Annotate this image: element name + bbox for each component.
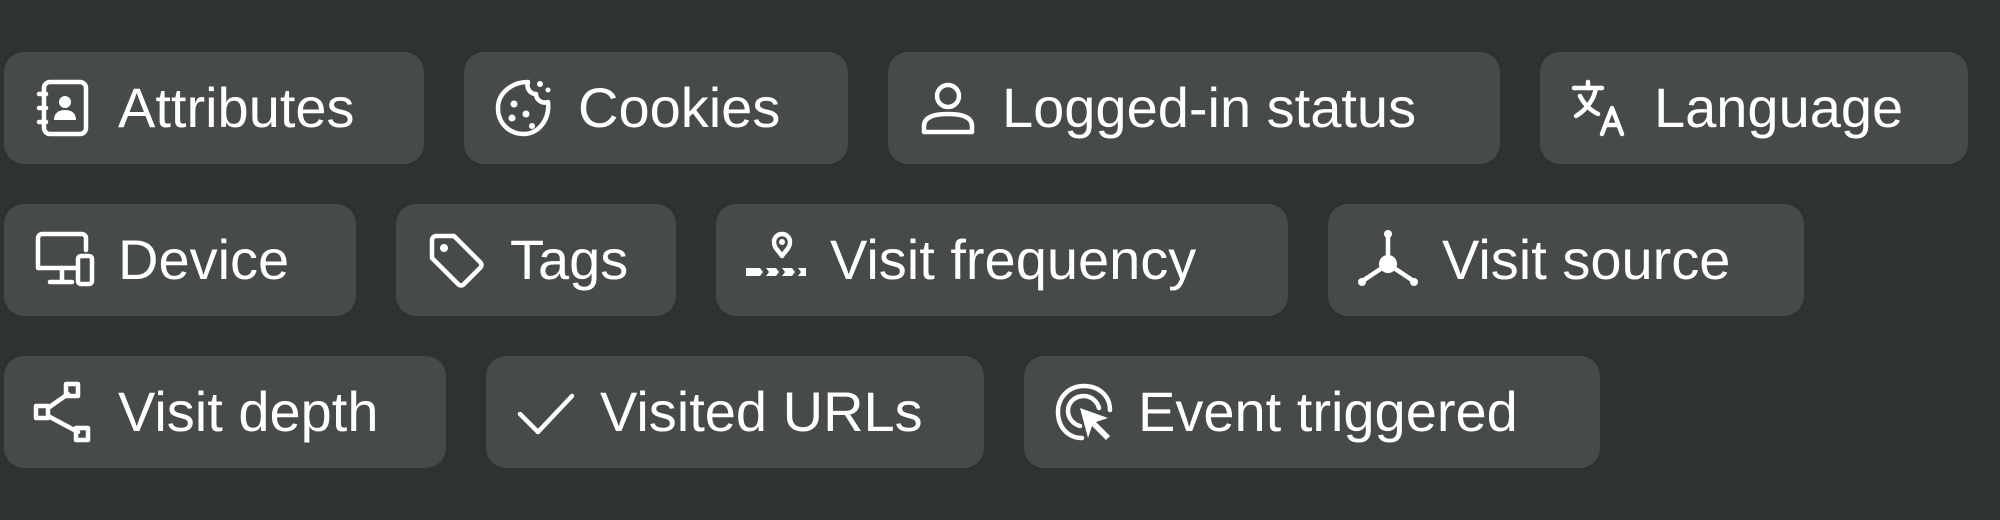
tag-icon xyxy=(424,228,488,292)
filter-chip-label: Logged-in status xyxy=(1002,76,1417,139)
filter-chip-visit-source[interactable]: Visit source xyxy=(1328,204,1804,316)
filter-chip-cookies[interactable]: Cookies xyxy=(464,52,848,164)
contact-book-icon xyxy=(32,76,96,140)
filter-chip-visited-urls[interactable]: Visited URLs xyxy=(486,356,984,468)
filter-chip-label: Event triggered xyxy=(1138,380,1518,443)
network-hub-icon xyxy=(1356,228,1420,292)
filter-chip-label: Visit depth xyxy=(118,380,379,443)
filter-chip-label: Tags xyxy=(510,228,629,291)
devices-icon xyxy=(32,228,96,292)
filter-chip-visit-depth[interactable]: Visit depth xyxy=(4,356,446,468)
filter-chip-tags[interactable]: Tags xyxy=(396,204,676,316)
translate-icon xyxy=(1568,76,1632,140)
route-pin-icon xyxy=(744,228,808,292)
filter-chip-language[interactable]: Language xyxy=(1540,52,1968,164)
filter-chip-visit-frequency[interactable]: Visit frequency xyxy=(716,204,1288,316)
filter-chip-label: Device xyxy=(118,228,290,291)
filter-chip-logged-in-status[interactable]: Logged-in status xyxy=(888,52,1500,164)
click-target-icon xyxy=(1052,380,1116,444)
filter-chip-event-triggered[interactable]: Event triggered xyxy=(1024,356,1600,468)
cookie-icon xyxy=(492,76,556,140)
user-icon xyxy=(916,76,980,140)
filter-chip-label: Attributes xyxy=(118,76,355,139)
filter-chip-label: Visit source xyxy=(1442,228,1731,291)
filter-chip-device[interactable]: Device xyxy=(4,204,356,316)
filter-chip-label: Cookies xyxy=(578,76,781,139)
filter-chip-attributes[interactable]: Attributes xyxy=(4,52,424,164)
filter-chip-label: Language xyxy=(1654,76,1904,139)
filter-chip-label: Visited URLs xyxy=(600,380,923,443)
checkmark-icon xyxy=(514,380,578,444)
filter-chip-panel: Attributes Cookies Logged-in status Lang… xyxy=(0,0,2000,520)
filter-chip-label: Visit frequency xyxy=(830,228,1197,291)
hierarchy-icon xyxy=(32,380,96,444)
